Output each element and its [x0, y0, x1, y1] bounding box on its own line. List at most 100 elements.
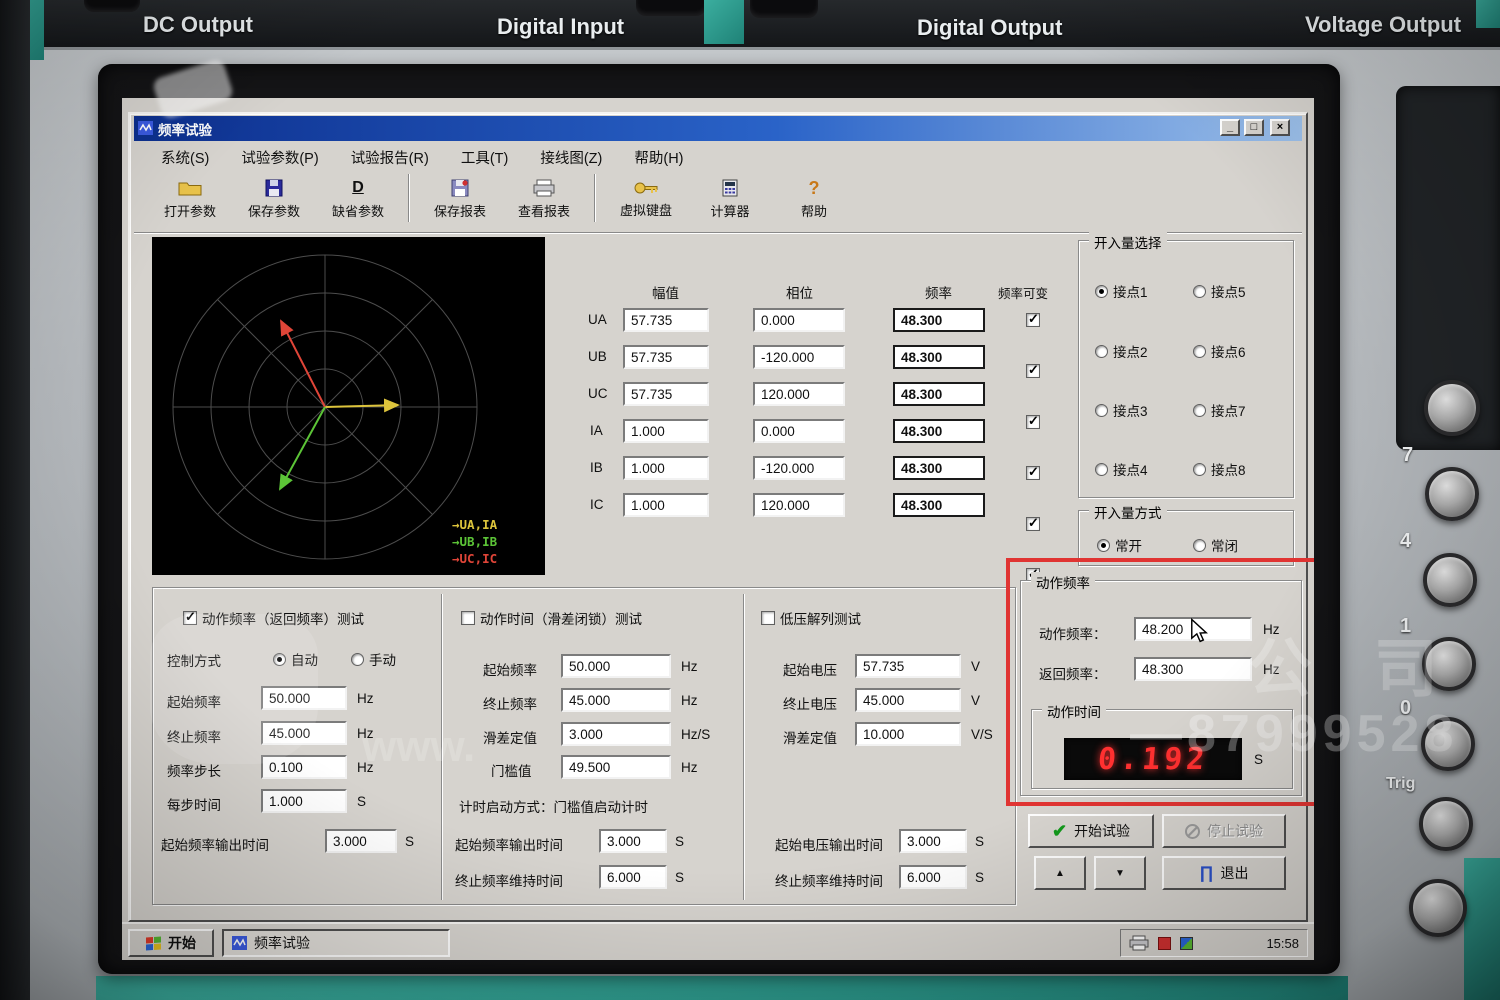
- radio-contact-1[interactable]: 接点1: [1095, 281, 1148, 301]
- knob-1[interactable]: [1422, 637, 1476, 691]
- test1-step-time-input[interactable]: 1.000: [261, 789, 347, 813]
- radio-contact-7[interactable]: 接点7: [1193, 400, 1246, 420]
- knob-0[interactable]: [1421, 717, 1475, 771]
- knob-bottom[interactable]: [1409, 879, 1467, 937]
- ua-phase-input[interactable]: 0.000: [753, 308, 845, 332]
- radio-contact-3[interactable]: 接点3: [1095, 400, 1148, 420]
- test1-enable-checkbox[interactable]: 动作频率（返回频率）测试: [183, 608, 364, 628]
- radio-contact-2[interactable]: 接点2: [1095, 341, 1148, 361]
- knob-4[interactable]: [1423, 553, 1477, 607]
- view-report-button[interactable]: 查看报表: [502, 172, 586, 226]
- uc-phase-input[interactable]: 120.000: [753, 382, 845, 406]
- calculator-icon: [722, 179, 738, 196]
- ua-amplitude-input[interactable]: 57.735: [623, 308, 709, 332]
- menu-wiring-diagram[interactable]: 接线图(Z): [531, 145, 611, 170]
- minimize-button[interactable]: _: [1220, 119, 1240, 136]
- radio-contact-6[interactable]: 接点6: [1193, 341, 1246, 361]
- save-params-button[interactable]: 保存参数: [232, 172, 316, 226]
- radio-contact-8[interactable]: 接点8: [1193, 459, 1246, 479]
- exit-button[interactable]: ∏ 退出: [1162, 856, 1286, 890]
- menu-help[interactable]: 帮助(H): [625, 145, 692, 170]
- open-folder-icon: [178, 182, 202, 195]
- default-params-button[interactable]: D 缺省参数: [316, 172, 400, 226]
- teal-block: [704, 0, 744, 44]
- ib-freq-var-checkbox[interactable]: [1026, 515, 1040, 531]
- app-icon: [232, 936, 247, 950]
- test1-output-time-input[interactable]: 3.000: [325, 829, 397, 853]
- ic-phase-input[interactable]: 120.000: [753, 493, 845, 517]
- page-down-button[interactable]: ▼: [1094, 856, 1146, 890]
- test3-hold-time-input[interactable]: 6.000: [899, 865, 967, 889]
- test1-end-freq-input[interactable]: 45.000: [261, 721, 347, 745]
- save-report-button[interactable]: 保存报表: [418, 172, 502, 226]
- vector-ub: [279, 406, 326, 491]
- uc-frequency-input[interactable]: 48.300: [893, 382, 985, 406]
- radio-normally-closed[interactable]: 常闭: [1193, 535, 1238, 555]
- radio-contact-4[interactable]: 接点4: [1095, 459, 1148, 479]
- open-params-button[interactable]: 打开参数: [148, 172, 232, 226]
- unit: Hz: [357, 726, 374, 741]
- test3-output-time-input[interactable]: 3.000: [899, 829, 967, 853]
- test3-start-voltage-input[interactable]: 57.735: [855, 654, 961, 678]
- menu-tools[interactable]: 工具(T): [452, 145, 518, 170]
- ia-phase-input[interactable]: 0.000: [753, 419, 845, 443]
- tray-printer-icon[interactable]: [1129, 935, 1149, 951]
- ub-phase-input[interactable]: -120.000: [753, 345, 845, 369]
- virtual-keyboard-button[interactable]: 虚拟键盘: [604, 172, 688, 226]
- ib-phase-input[interactable]: -120.000: [753, 456, 845, 480]
- ua-frequency-input[interactable]: 48.300: [893, 308, 985, 332]
- test1-freq-step-input[interactable]: 0.100: [261, 755, 347, 779]
- test2-end-freq-input[interactable]: 45.000: [561, 688, 671, 712]
- menu-test-report[interactable]: 试验报告(R): [342, 145, 438, 170]
- radio-contact-5[interactable]: 接点5: [1193, 281, 1246, 301]
- ub-freq-var-checkbox[interactable]: [1026, 362, 1040, 378]
- uc-amplitude-input[interactable]: 57.735: [623, 382, 709, 406]
- ia-frequency-input[interactable]: 48.300: [893, 419, 985, 443]
- ib-amplitude-input[interactable]: 1.000: [623, 456, 709, 480]
- page-up-button[interactable]: ▲: [1034, 856, 1086, 890]
- uc-freq-var-checkbox[interactable]: [1026, 413, 1040, 429]
- legend-uc-ic: →UC,IC: [452, 551, 498, 566]
- close-button[interactable]: ×: [1270, 119, 1290, 136]
- maximize-button[interactable]: □: [1244, 119, 1264, 136]
- help-button[interactable]: ? 帮助: [772, 172, 856, 226]
- menu-system[interactable]: 系统(S): [152, 145, 218, 170]
- start-test-button[interactable]: ✔ 开始试验: [1028, 814, 1154, 848]
- test2-start-freq-input[interactable]: 50.000: [561, 654, 671, 678]
- tray-icon-red[interactable]: [1158, 936, 1171, 950]
- test2-slip-value-input[interactable]: 3.000: [561, 722, 671, 746]
- screen: 频率试验 _ □ × 系统(S) 试验参数(P) 试验报告(R) 工具(T) 接…: [122, 98, 1314, 960]
- ub-amplitude-input[interactable]: 57.735: [623, 345, 709, 369]
- input-mode-title: 开入量方式: [1089, 502, 1167, 522]
- test-settings-panel: 动作频率（返回频率）测试 控制方式 自动 手动 起始频率 50.000 Hz 终…: [152, 587, 1016, 905]
- title-bar[interactable]: 频率试验 _ □ ×: [134, 116, 1302, 141]
- stop-test-button[interactable]: 停止试验: [1162, 814, 1286, 848]
- calculator-button[interactable]: 计算器: [688, 172, 772, 226]
- test2-enable-checkbox[interactable]: 动作时间（滑差闭锁）测试: [461, 608, 642, 628]
- knob-top[interactable]: [1424, 380, 1480, 436]
- ic-amplitude-input[interactable]: 1.000: [623, 493, 709, 517]
- knob-7[interactable]: [1425, 467, 1479, 521]
- test3-enable-checkbox[interactable]: 低压解列测试: [761, 608, 861, 628]
- ia-freq-var-checkbox[interactable]: [1026, 464, 1040, 480]
- menu-test-params[interactable]: 试验参数(P): [232, 145, 327, 170]
- knob-trig[interactable]: [1419, 797, 1473, 851]
- stop-icon: [1185, 823, 1200, 839]
- ua-freq-var-checkbox[interactable]: [1026, 311, 1040, 327]
- ia-amplitude-input[interactable]: 1.000: [623, 419, 709, 443]
- tray-icon-color[interactable]: [1180, 936, 1193, 950]
- test3-slip-value-input[interactable]: 10.000: [855, 722, 961, 746]
- radio-normally-open[interactable]: 常开: [1097, 535, 1142, 555]
- ic-frequency-input[interactable]: 48.300: [893, 493, 985, 517]
- test2-output-time-input[interactable]: 3.000: [599, 829, 667, 853]
- radio-manual[interactable]: 手动: [351, 649, 396, 669]
- test1-start-freq-input[interactable]: 50.000: [261, 686, 347, 710]
- task-button-frequency-test[interactable]: 频率试验: [222, 929, 450, 957]
- test3-end-voltage-input[interactable]: 45.000: [855, 688, 961, 712]
- test2-threshold-input[interactable]: 49.500: [561, 755, 671, 779]
- radio-auto[interactable]: 自动: [273, 649, 318, 669]
- test2-hold-time-input[interactable]: 6.000: [599, 865, 667, 889]
- ib-frequency-input[interactable]: 48.300: [893, 456, 985, 480]
- start-menu-button[interactable]: 开始: [128, 929, 214, 957]
- ub-frequency-input[interactable]: 48.300: [893, 345, 985, 369]
